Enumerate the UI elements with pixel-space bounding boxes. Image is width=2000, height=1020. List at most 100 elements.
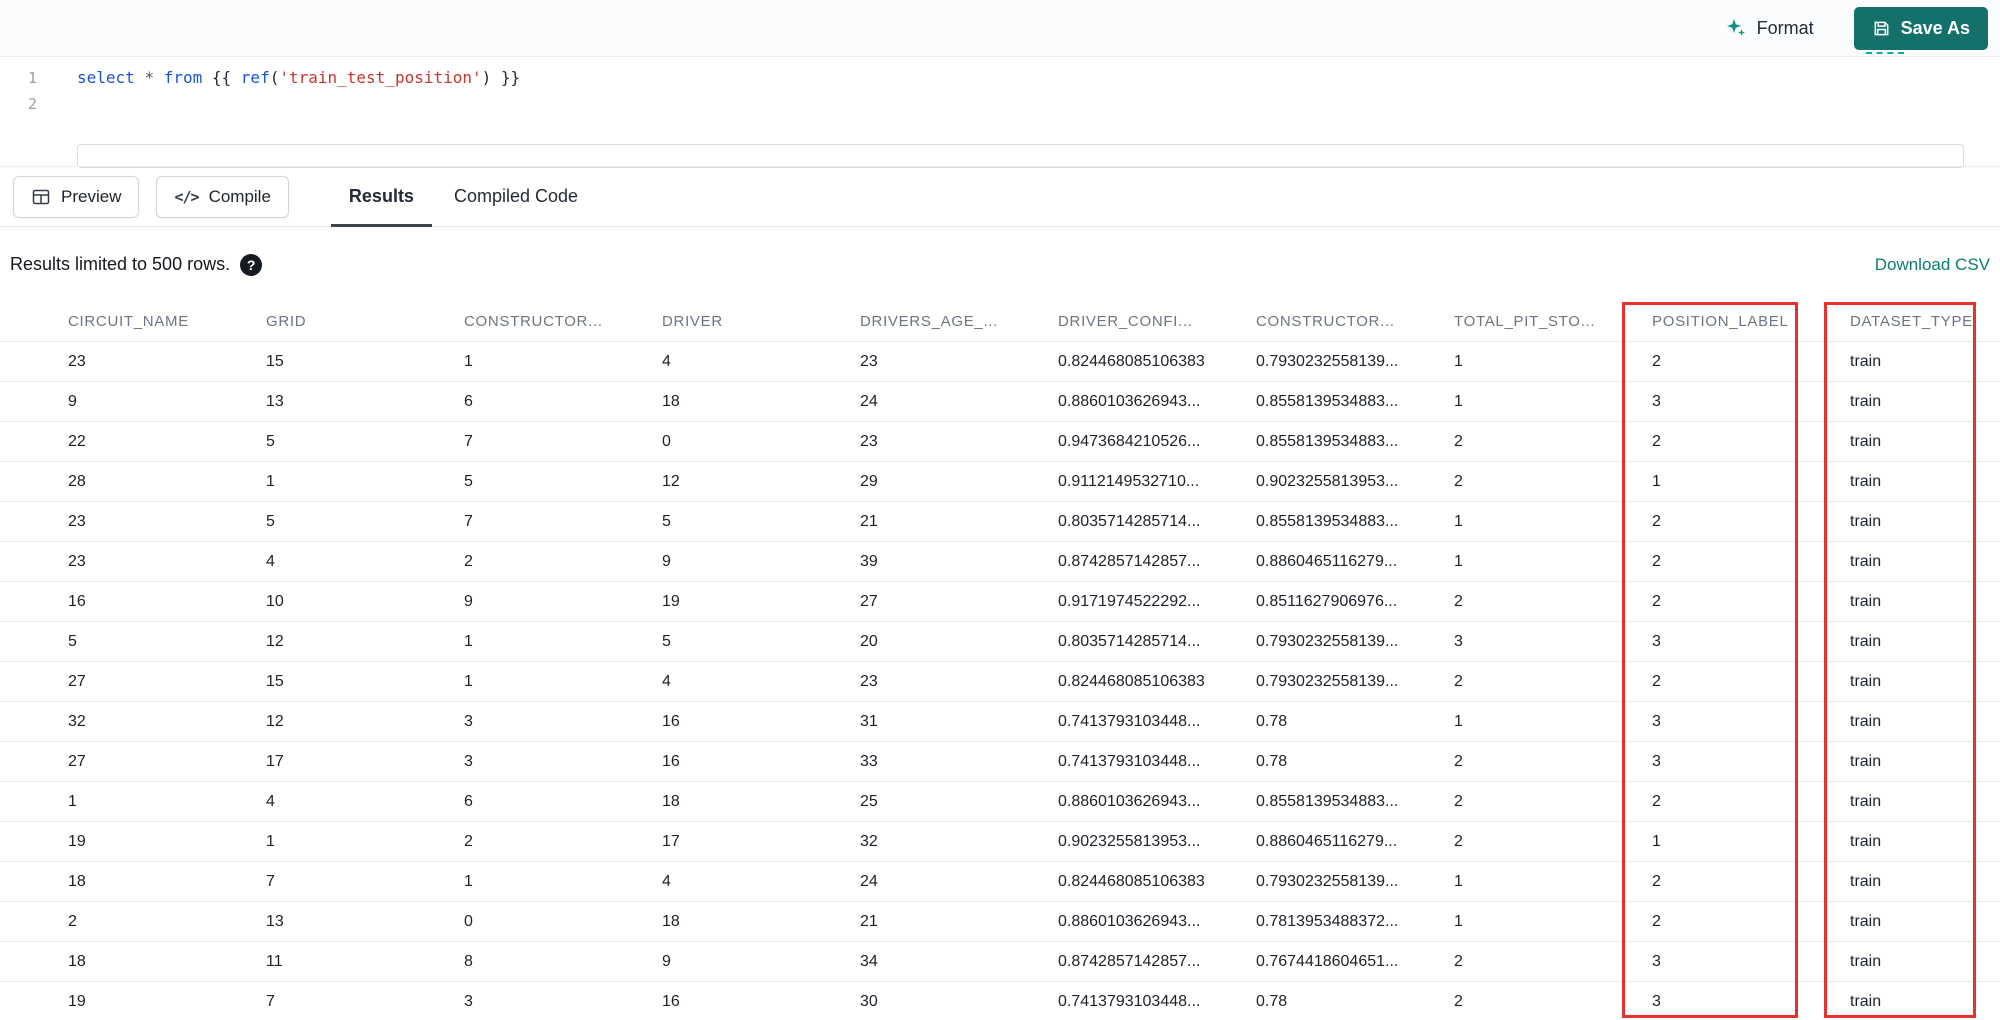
table-cell: 16: [662, 752, 680, 770]
results-table: CIRCUIT_NAME GRID CONSTRUCTOR... DRIVER DRIV…: [0, 302, 2000, 1020]
code-token-punct: [135, 68, 145, 87]
table-cell: 3: [1652, 952, 1661, 970]
table-cell: 4: [266, 792, 275, 810]
table-cell: 0: [464, 912, 473, 930]
preview-button[interactable]: Preview: [13, 175, 140, 218]
table-cell: train: [1850, 872, 1882, 890]
table-cell: 0.8511627906976...: [1256, 592, 1398, 610]
code-token-brace: {{: [211, 68, 241, 87]
table-cell: 15: [266, 672, 284, 690]
table-icon: [32, 189, 50, 204]
table-cell: 0.78: [1256, 992, 1288, 1010]
column-header: POSITION_LABEL: [1652, 313, 1789, 330]
tab-results-label: Results: [348, 186, 414, 206]
table-cell: 5: [68, 632, 77, 650]
tab-compiled-code-label: Compiled Code: [453, 186, 579, 206]
save-icon: [1874, 21, 1889, 35]
table-cell: 20: [860, 632, 878, 650]
table-cell: 18: [68, 872, 86, 890]
table-cell: 2: [1652, 552, 1661, 570]
table-cell: 0.8035714285714...: [1058, 512, 1201, 530]
table-cell: 16: [662, 992, 680, 1010]
table-cell: 1: [1454, 512, 1463, 530]
table-cell: 0.78: [1256, 752, 1288, 770]
save-as-button[interactable]: Save As: [1853, 6, 1988, 50]
table-cell: 7: [266, 992, 275, 1010]
column-header: DRIVERS_AGE_...: [860, 313, 999, 330]
table-cell: 2: [464, 832, 473, 850]
table-cell: train: [1850, 952, 1882, 970]
table-cell: 4: [266, 552, 275, 570]
code-token-keyword: select: [77, 68, 135, 87]
table-cell: 1: [1454, 712, 1463, 730]
column-header: DRIVER_CONFI...: [1058, 313, 1193, 330]
table-cell: 1: [1454, 912, 1463, 930]
table-row: 23 4 2 9 39 0.8742857142857... 0.8860465116279…: [0, 542, 2000, 582]
help-icon[interactable]: ?: [240, 253, 263, 276]
table-cell: 0.8860465116279...: [1256, 552, 1398, 570]
table-cell: 0.8742857142857...: [1058, 552, 1201, 570]
table-cell: 15: [266, 352, 284, 370]
table-cell: 5: [662, 512, 671, 530]
compile-button[interactable]: </> Compile: [156, 175, 289, 218]
table-cell: 23: [860, 432, 878, 450]
format-button[interactable]: Format: [1719, 16, 1820, 40]
table-cell: 2: [1454, 472, 1463, 490]
format-label: Format: [1756, 17, 1814, 38]
table-cell: 0.7413793103448...: [1058, 712, 1201, 730]
table-cell: 3: [1652, 632, 1661, 650]
table-cell: 10: [266, 592, 284, 610]
table-cell: train: [1850, 672, 1882, 690]
table-cell: 0.8860465116279...: [1256, 832, 1398, 850]
table-cell: 0: [662, 432, 671, 450]
table-cell: 0.8558139534883...: [1256, 432, 1399, 450]
download-csv-link[interactable]: Download CSV: [1875, 255, 1990, 275]
table-cell: train: [1850, 912, 1882, 930]
table-cell: 2: [1652, 912, 1661, 930]
table-cell: 0.7930232558139...: [1256, 352, 1399, 370]
code-token-operator: *: [144, 68, 155, 87]
table-cell: 1: [464, 352, 473, 370]
sql-editor[interactable]: 1 2 select * from {{ ref('train_test_pos…: [0, 57, 2000, 168]
table-cell: 3: [464, 712, 473, 730]
table-cell: 27: [860, 592, 878, 610]
code-token-brace: }}: [491, 68, 521, 87]
line-number: 1: [27, 69, 37, 87]
table-cell: 6: [464, 392, 473, 410]
table-cell: 1: [1454, 352, 1463, 370]
table-cell: 2: [68, 912, 77, 930]
table-cell: train: [1850, 392, 1882, 410]
results-tabs: Results Compiled Code: [329, 167, 598, 227]
table-cell: 3: [1652, 712, 1661, 730]
code-area[interactable]: select * from {{ ref('train_test_positio…: [57, 57, 2000, 168]
table-cell: 2: [1652, 872, 1661, 890]
code-icon: </>: [174, 187, 199, 206]
table-cell: train: [1850, 552, 1882, 570]
table-cell: 2: [1652, 352, 1661, 370]
column-header: CIRCUIT_NAME: [68, 313, 189, 330]
column-header: GRID: [266, 313, 307, 330]
table-cell: 0.8558139534883...: [1256, 392, 1399, 410]
table-cell: 0.824468085106383: [1058, 352, 1205, 370]
table-cell: 0.7930232558139...: [1256, 872, 1399, 890]
table-cell: 27: [68, 672, 86, 690]
table-cell: 11: [266, 952, 283, 970]
table-cell: 1: [1652, 472, 1661, 490]
table-cell: 16: [662, 712, 680, 730]
table-cell: 33: [860, 752, 878, 770]
table-cell: 18: [662, 392, 680, 410]
table-cell: 27: [68, 752, 86, 770]
table-cell: 2: [1652, 512, 1661, 530]
table-cell: 8: [464, 952, 473, 970]
table-cell: 7: [464, 512, 473, 530]
code-token-punct: (: [269, 68, 280, 87]
table-cell: train: [1850, 992, 1882, 1010]
line-number-gutter: 1 2: [0, 57, 57, 166]
save-as-underline-artifact: [1866, 52, 1904, 54]
table-row: 27 15 1 4 23 0.824468085106383 0.7930232558139…: [0, 662, 2000, 702]
column-header: CONSTRUCTOR...: [1256, 313, 1395, 330]
tab-compiled-code[interactable]: Compiled Code: [434, 167, 598, 226]
table-cell: 3: [464, 752, 473, 770]
tab-results[interactable]: Results: [329, 167, 434, 227]
table-row: 9 13 6 18 24 0.8860103626943... 0.855813953488…: [0, 382, 2000, 422]
